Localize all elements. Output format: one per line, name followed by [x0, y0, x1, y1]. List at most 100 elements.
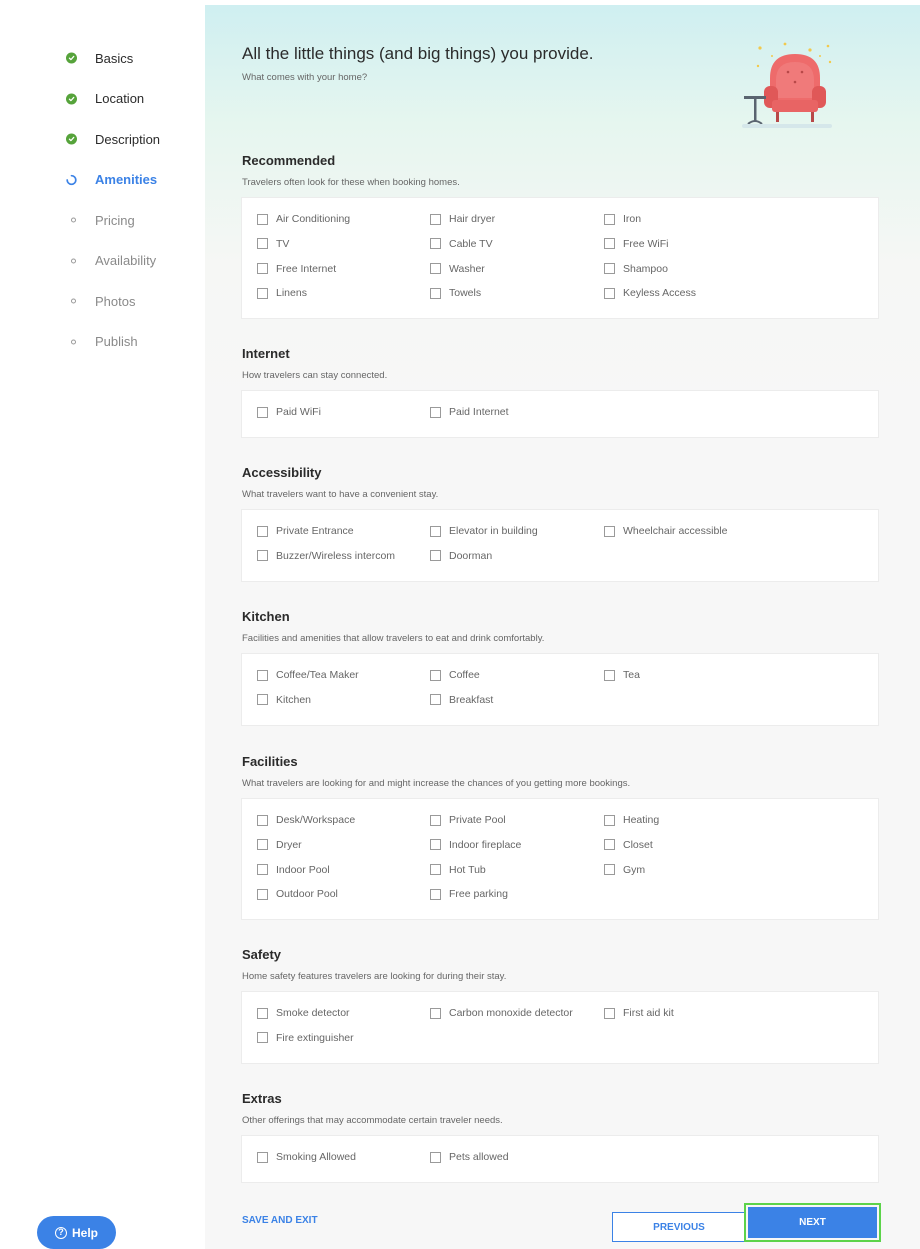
amenity-option[interactable]: Free Internet [257, 263, 336, 275]
amenity-option[interactable]: Hot Tub [430, 864, 486, 876]
checkbox[interactable] [604, 864, 615, 876]
checkbox[interactable] [604, 814, 615, 826]
checkbox[interactable] [430, 238, 441, 250]
amenity-option[interactable]: Dryer [257, 839, 302, 851]
checkbox[interactable] [604, 213, 615, 225]
checkbox[interactable] [257, 839, 268, 851]
amenity-option[interactable]: Wheelchair accessible [604, 525, 727, 537]
amenity-option[interactable]: Kitchen [257, 694, 311, 706]
checkbox[interactable] [257, 814, 268, 826]
amenity-option[interactable]: Keyless Access [604, 287, 696, 299]
step-description[interactable]: Description [66, 119, 160, 160]
step-amenities[interactable]: Amenities [66, 160, 160, 201]
amenity-option[interactable]: Doorman [430, 550, 492, 562]
checkbox[interactable] [604, 263, 615, 275]
amenity-option[interactable]: Tea [604, 669, 640, 681]
amenity-option[interactable]: Closet [604, 839, 653, 851]
checkbox[interactable] [257, 406, 268, 418]
step-location[interactable]: Location [66, 79, 160, 120]
amenity-option[interactable]: Fire extinguisher [257, 1032, 354, 1044]
amenity-option[interactable]: Hair dryer [430, 213, 495, 225]
amenity-option[interactable]: Towels [430, 287, 481, 299]
checkbox[interactable] [430, 694, 441, 706]
amenity-option[interactable]: Elevator in building [430, 525, 538, 537]
checkbox[interactable] [257, 1032, 268, 1044]
amenity-option[interactable]: Coffee [430, 669, 480, 681]
checkbox[interactable] [430, 550, 441, 562]
amenity-option[interactable]: Breakfast [430, 694, 493, 706]
step-photos[interactable]: Photos [66, 281, 160, 322]
amenity-option[interactable]: Carbon monoxide detector [430, 1007, 573, 1019]
checkbox[interactable] [430, 213, 441, 225]
amenity-option[interactable]: TV [257, 238, 289, 250]
checkbox[interactable] [257, 1151, 268, 1163]
amenity-label: Closet [623, 838, 653, 851]
amenity-option[interactable]: Shampoo [604, 263, 668, 275]
amenity-option[interactable]: Paid Internet [430, 406, 509, 418]
checkbox[interactable] [604, 1007, 615, 1019]
progress-steps: Basics Location Description Amenities Pricin… [66, 38, 160, 362]
checkbox[interactable] [430, 525, 441, 537]
checkbox[interactable] [430, 263, 441, 275]
step-basics[interactable]: Basics [66, 38, 160, 79]
amenity-option[interactable]: Heating [604, 814, 659, 826]
checkbox[interactable] [257, 213, 268, 225]
checkbox[interactable] [430, 1151, 441, 1163]
amenity-option[interactable]: Pets allowed [430, 1151, 509, 1163]
checkbox[interactable] [257, 864, 268, 876]
amenity-label: Elevator in building [449, 525, 538, 537]
step-availability[interactable]: Availability [66, 241, 160, 282]
save-and-exit-link[interactable]: SAVE AND EXIT [242, 1215, 318, 1226]
amenity-option[interactable]: Paid WiFi [257, 406, 321, 418]
checkbox[interactable] [257, 287, 268, 299]
help-button[interactable]: ? Help [37, 1216, 116, 1249]
checkbox[interactable] [604, 525, 615, 537]
amenity-option[interactable]: Indoor Pool [257, 864, 330, 876]
amenity-option[interactable]: Iron [604, 213, 641, 225]
amenity-option[interactable]: Desk/Workspace [257, 814, 355, 826]
checkbox[interactable] [430, 814, 441, 826]
amenity-option[interactable]: Air Conditioning [257, 213, 350, 225]
checkbox[interactable] [430, 287, 441, 299]
previous-button[interactable]: PREVIOUS [612, 1212, 746, 1242]
checkbox[interactable] [257, 550, 268, 562]
amenity-label: Smoke detector [276, 1007, 350, 1019]
amenity-option[interactable]: Coffee/Tea Maker [257, 669, 359, 681]
amenity-option[interactable]: Gym [604, 864, 645, 876]
amenity-option[interactable]: Free parking [430, 888, 508, 900]
amenity-option[interactable]: Smoking Allowed [257, 1151, 356, 1163]
checkbox[interactable] [430, 864, 441, 876]
amenity-option[interactable]: Smoke detector [257, 1007, 350, 1019]
amenity-option[interactable]: Indoor fireplace [430, 839, 521, 851]
checkbox[interactable] [604, 839, 615, 851]
amenity-option[interactable]: First aid kit [604, 1007, 674, 1019]
checkbox[interactable] [257, 263, 268, 275]
amenity-option[interactable]: Private Entrance [257, 525, 354, 537]
amenity-option[interactable]: Free WiFi [604, 238, 669, 250]
checkbox[interactable] [604, 238, 615, 250]
checkbox[interactable] [430, 1007, 441, 1019]
amenity-option[interactable]: Outdoor Pool [257, 888, 338, 900]
amenity-card-extras: Smoking Allowed Pets allowed [241, 1135, 879, 1183]
checkbox[interactable] [430, 406, 441, 418]
amenity-option[interactable]: Private Pool [430, 814, 506, 826]
amenity-option[interactable]: Buzzer/Wireless intercom [257, 550, 395, 562]
checkbox[interactable] [257, 1007, 268, 1019]
checkbox[interactable] [257, 238, 268, 250]
step-publish[interactable]: Publish [66, 322, 160, 363]
checkbox[interactable] [604, 669, 615, 681]
amenity-option[interactable]: Cable TV [430, 238, 493, 250]
amenity-option[interactable]: Washer [430, 263, 485, 275]
checkbox[interactable] [257, 525, 268, 537]
checkbox[interactable] [257, 694, 268, 706]
amenity-label: Breakfast [449, 693, 494, 706]
checkbox[interactable] [257, 888, 268, 900]
amenity-option[interactable]: Linens [257, 287, 307, 299]
checkbox[interactable] [430, 888, 441, 900]
checkbox[interactable] [257, 669, 268, 681]
checkbox[interactable] [430, 669, 441, 681]
checkbox[interactable] [604, 287, 615, 299]
next-button[interactable]: NEXT [748, 1207, 877, 1238]
checkbox[interactable] [430, 839, 441, 851]
step-pricing[interactable]: Pricing [66, 200, 160, 241]
